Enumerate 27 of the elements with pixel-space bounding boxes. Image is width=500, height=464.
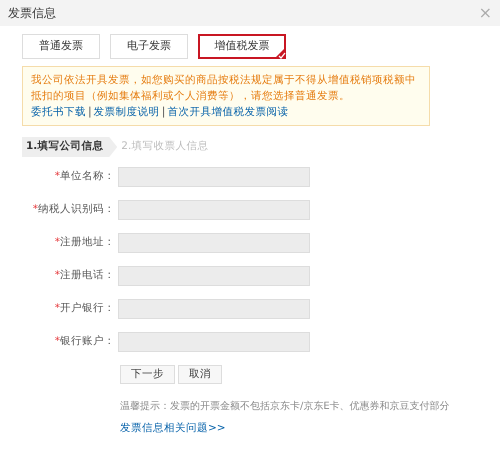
notice-text: 我公司依法开具发票，如您购买的商品按税法规定属于不得从增值税销项税额中抵扣的项目（例如集体福利或个人消费等），请您选择普通发票。 (31, 73, 417, 104)
separator: | (162, 105, 166, 118)
check-icon (274, 47, 286, 59)
field-label: *单位名称： (54, 169, 115, 184)
next-button[interactable]: 下一步 (120, 365, 175, 384)
input-field[interactable] (118, 233, 310, 253)
notice-link[interactable]: 发票制度说明 (94, 106, 160, 118)
notice-link[interactable]: 委托书下载 (31, 106, 86, 118)
input-field[interactable] (118, 299, 310, 319)
invoice-type-tab[interactable]: 增值税发票 (198, 34, 286, 59)
input-field[interactable] (118, 266, 310, 286)
field-label: *银行账户： (54, 334, 115, 350)
invoice-type-tab[interactable]: 电子发票 (110, 34, 188, 59)
field-label: *注册电话： (54, 268, 115, 284)
separator: | (88, 105, 92, 118)
window-title: 发票信息 (8, 5, 56, 22)
cancel-button[interactable]: 取消 (178, 365, 222, 384)
notice-link[interactable]: 首次开具增值税发票阅读 (167, 106, 288, 118)
field-label: *纳税人识别码： (32, 202, 115, 218)
help-link[interactable]: 发票信息相关问题>> (120, 422, 226, 434)
field-label: *开户银行： (54, 301, 115, 316)
input-field[interactable] (118, 332, 310, 352)
invoice-type-tab[interactable]: 普通发票 (22, 34, 100, 59)
tip-text: 温馨提示：发票的开票金额不包括京东卡/京东E卡、优惠券和京豆支付部分 (120, 400, 451, 414)
input-field[interactable] (118, 167, 310, 187)
input-field[interactable] (118, 200, 310, 220)
field-label: *注册地址： (54, 235, 115, 250)
